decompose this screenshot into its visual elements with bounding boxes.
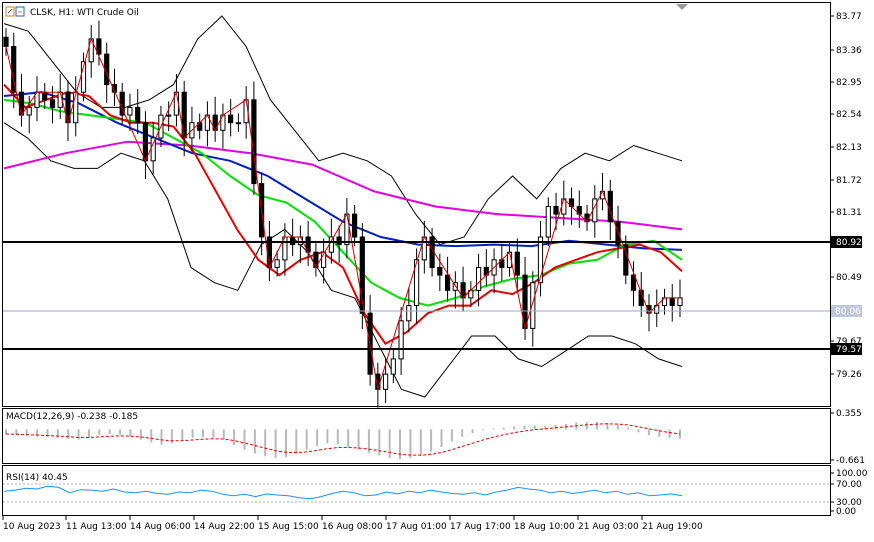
candle-body <box>26 106 32 116</box>
time-tick-label: 17 Aug 01:00 <box>386 522 447 532</box>
candle-body <box>18 91 25 116</box>
candle-body <box>561 198 567 215</box>
candle-body <box>73 91 79 124</box>
candle-body <box>127 106 133 116</box>
candle-body <box>49 99 56 108</box>
level-price-label-upper: 80.92 <box>836 238 862 248</box>
candle-body <box>135 106 141 124</box>
current-price-label: 80.06 <box>835 307 861 317</box>
time-tick-label: 18 Aug 10:00 <box>514 522 575 532</box>
candle-body <box>235 122 242 125</box>
candle-body <box>344 213 350 246</box>
candle-body <box>530 282 536 329</box>
candle-body <box>476 267 482 291</box>
rsi-tick: 100.00 <box>830 469 868 479</box>
price-tick-label: 82.54 <box>836 110 862 120</box>
time-tick-label: 15 Aug 15:00 <box>258 522 319 532</box>
price-tick-label: 81.72 <box>836 176 862 186</box>
candle <box>359 223 365 330</box>
candle-body <box>352 213 358 238</box>
price-tick-label: 82.95 <box>836 78 862 88</box>
price-tick-label: 81.31 <box>836 208 862 218</box>
time-tick-label: 14 Aug 22:00 <box>194 522 255 532</box>
time-tick-label: 14 Aug 06:00 <box>130 522 191 532</box>
level-price-label-lower: 79.57 <box>836 345 862 355</box>
rsi-tick-label: 100.00 <box>836 469 868 479</box>
macd-label: MACD(12,26,9) -0.238 -0.185 <box>6 412 138 422</box>
time-tick-label: 21 Aug 03:00 <box>578 522 639 532</box>
candle-body <box>383 373 389 390</box>
candle-body <box>437 267 443 276</box>
candle-body <box>445 274 451 291</box>
candle-body <box>336 236 342 246</box>
price-tick-label: 83.77 <box>836 12 862 22</box>
candle-body <box>406 305 412 322</box>
macd-tick: -0.661 <box>830 456 865 466</box>
rsi-tick-label: 0.00 <box>836 507 856 517</box>
candle-body <box>545 206 551 238</box>
candle-body <box>290 236 296 246</box>
time-tick-label: 11 Aug 13:00 <box>66 522 127 532</box>
price-tick-label: 82.13 <box>836 143 862 153</box>
rsi-tick-label: 70.00 <box>836 480 862 490</box>
price-tick-label: 83.36 <box>836 46 862 56</box>
symbol-label: CLSK, H1: WTI Crude Oil <box>30 8 139 18</box>
candle-body <box>677 297 683 306</box>
candle-body <box>390 358 396 375</box>
candle-body <box>142 122 149 162</box>
chart-background <box>0 0 874 538</box>
candle-body <box>398 320 404 360</box>
price-tick-label: 79.26 <box>836 370 862 380</box>
candle-body <box>42 91 48 101</box>
time-tick-label: 21 Aug 19:00 <box>642 522 703 532</box>
candle-body <box>328 236 334 253</box>
candle-body <box>274 259 280 268</box>
macd-tick-label: 0.355 <box>836 409 862 419</box>
trading-chart[interactable]: CLSK, H1: WTI Crude Oil 83.77 83.36 82.9… <box>0 0 874 538</box>
price-tick-label: 80.49 <box>836 273 862 283</box>
time-tick-label: 16 Aug 08:00 <box>322 522 383 532</box>
rsi-label: RSI(14) 40.45 <box>6 473 68 483</box>
chart-svg[interactable]: CLSK, H1: WTI Crude Oil 83.77 83.36 82.9… <box>0 0 874 538</box>
candle-body <box>3 36 9 47</box>
candle-body <box>514 251 520 276</box>
candle-body <box>228 114 234 124</box>
macd-tick-label: -0.661 <box>836 456 865 466</box>
time-tick-label: 17 Aug 17:00 <box>450 522 511 532</box>
candle-body <box>669 297 675 306</box>
candle-body <box>166 114 172 117</box>
time-tick-label: 10 Aug 2023 <box>3 522 61 532</box>
candle-body <box>553 206 559 215</box>
